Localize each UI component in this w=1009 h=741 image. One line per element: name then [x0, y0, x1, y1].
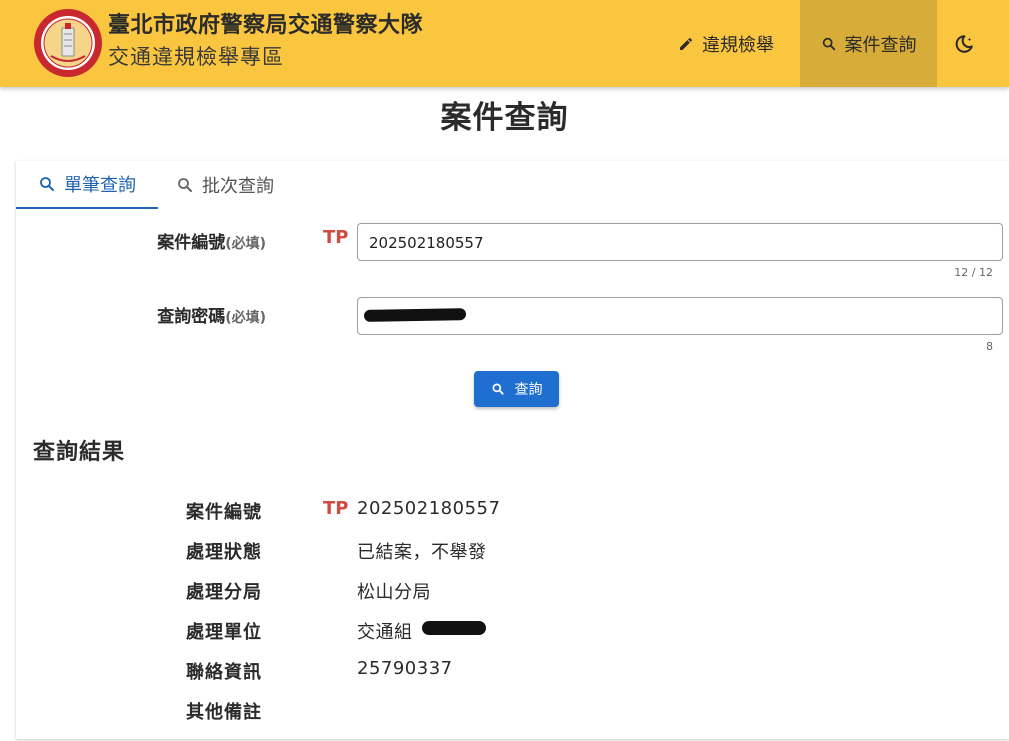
required-hint: (必填) — [225, 310, 266, 326]
case-number-counter: 12 / 12 — [954, 266, 993, 279]
case-number-label: 案件編號(必填) — [26, 228, 266, 253]
search-icon — [491, 383, 504, 395]
search-icon — [822, 37, 835, 50]
tab-batch-query[interactable]: 批次查詢 — [176, 161, 306, 209]
result-value-contact: 25790337 — [357, 658, 453, 679]
app-header: 臺北市政府警察局交通警察大隊 交通違規檢舉專區 違規檢舉 案件查詢 — [0, 0, 1009, 87]
result-prefix-tp: TP — [323, 498, 349, 519]
nav-query-button[interactable]: 案件查詢 — [800, 0, 937, 87]
password-label-text: 查詢密碼 — [157, 307, 226, 327]
nav-report-button[interactable]: 違規檢舉 — [676, 0, 802, 87]
moon-star-icon — [955, 34, 973, 53]
tab-batch-label: 批次查詢 — [202, 176, 274, 197]
search-submit-button[interactable]: 查詢 — [474, 371, 559, 407]
search-icon — [178, 178, 192, 192]
result-label-case-number: 案件編號 — [186, 502, 262, 523]
nav-report-label: 違規檢舉 — [702, 34, 774, 56]
search-submit-label: 查詢 — [514, 382, 543, 398]
search-icon — [40, 177, 54, 191]
nav-query-label: 案件查詢 — [844, 34, 917, 56]
case-number-input[interactable]: 202502180557 — [357, 223, 1003, 261]
result-label-contact: 聯絡資訊 — [186, 662, 262, 683]
result-label-status: 處理狀態 — [186, 542, 262, 563]
results-title: 查詢結果 — [33, 440, 126, 465]
case-number-value: 202502180557 — [369, 234, 484, 252]
required-hint: (必填) — [225, 236, 266, 252]
case-prefix-tp: TP — [323, 227, 349, 248]
tab-single-query[interactable]: 單筆查詢 — [16, 161, 158, 209]
police-emblem-logo[interactable] — [33, 8, 103, 78]
site-subtitle: 交通違規檢舉專區 — [108, 45, 284, 69]
result-value-case-number: 202502180557 — [357, 498, 501, 519]
password-input[interactable] — [357, 297, 1003, 335]
result-label-unit: 處理單位 — [186, 622, 262, 643]
result-value-unit: 交通組 — [357, 622, 413, 643]
result-value-status: 已結案，不舉發 — [357, 542, 487, 563]
redaction-mark — [363, 308, 467, 322]
result-value-branch: 松山分局 — [357, 582, 431, 603]
pencil-icon — [680, 37, 693, 50]
password-counter: 8 — [986, 340, 993, 353]
password-label: 查詢密碼(必填) — [26, 302, 266, 327]
tab-single-label: 單筆查詢 — [64, 175, 136, 196]
theme-toggle-button[interactable] — [950, 0, 986, 87]
result-label-notes: 其他備註 — [186, 702, 262, 723]
case-number-label-text: 案件編號 — [157, 233, 226, 253]
result-label-branch: 處理分局 — [186, 582, 262, 603]
redaction-mark — [422, 621, 486, 635]
query-card: 單筆查詢 批次查詢 案件編號(必填) TP 202502180557 12 / … — [16, 161, 1009, 739]
page-title: 案件查詢 — [440, 100, 569, 136]
site-title[interactable]: 臺北市政府警察局交通警察大隊 — [108, 7, 423, 39]
